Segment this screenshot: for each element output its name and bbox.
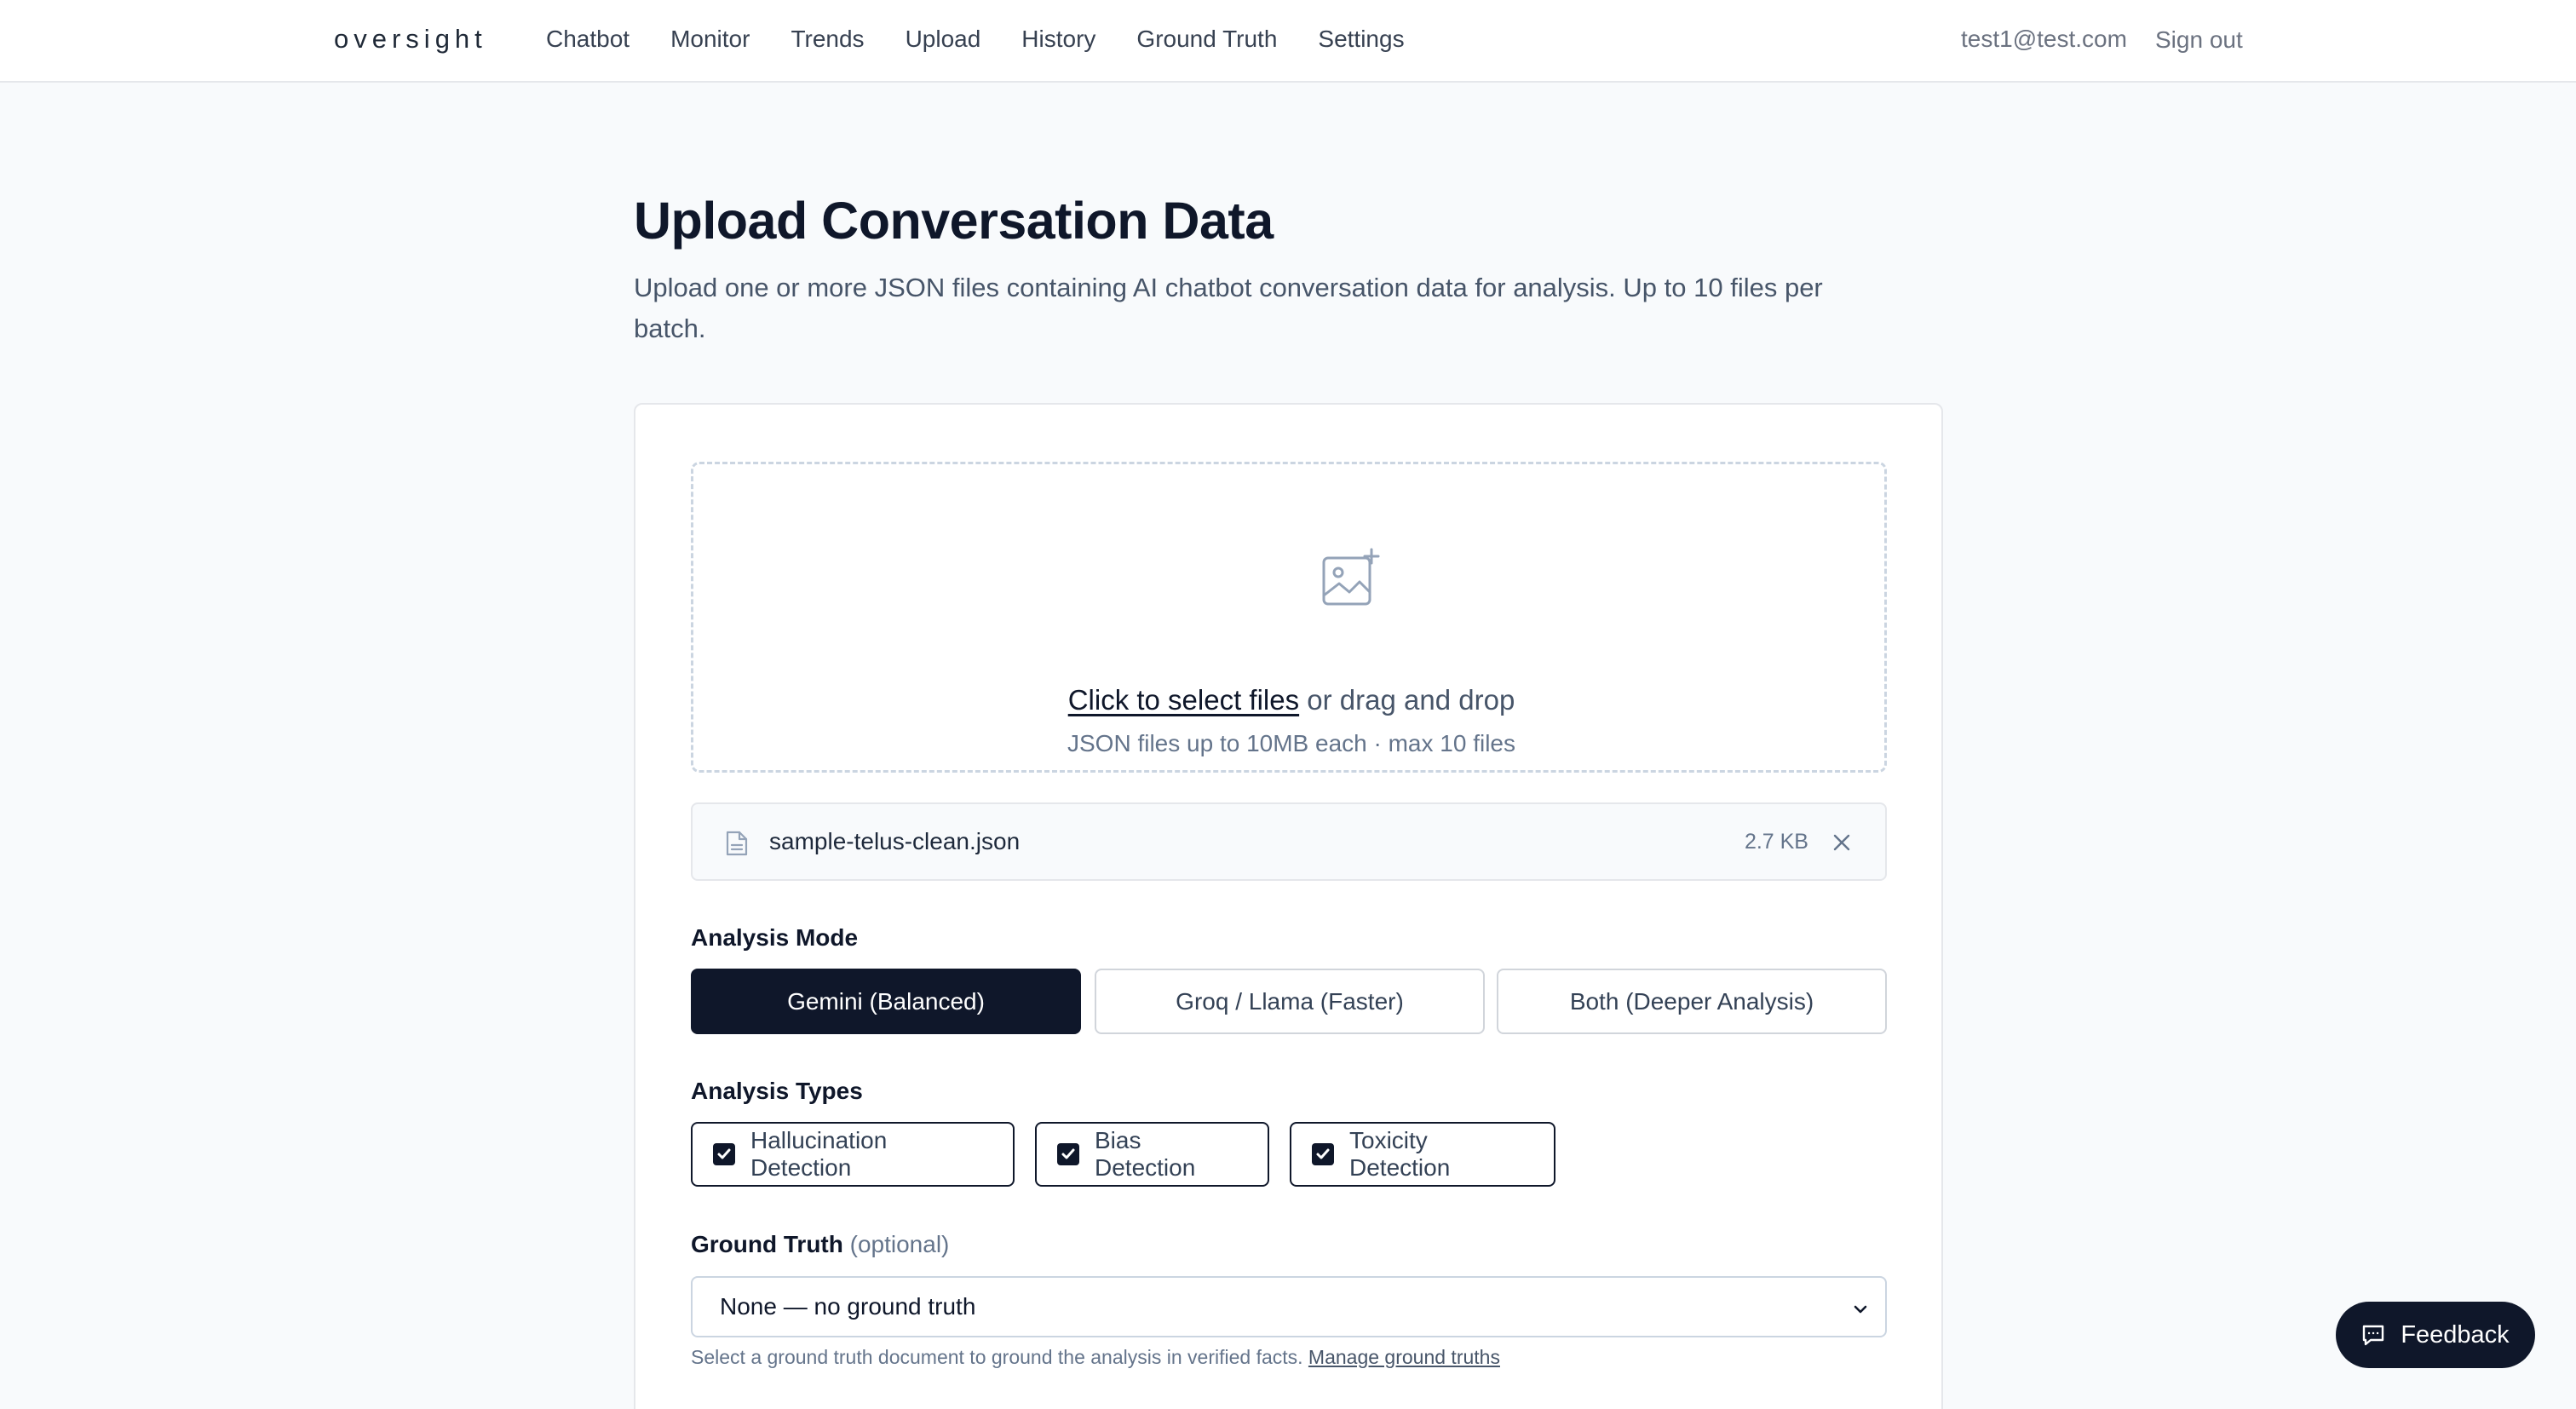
bias-detection-label: Bias Detection [1095, 1127, 1196, 1181]
mode-gemini-button[interactable]: Gemini (Balanced) [691, 969, 1081, 1034]
file-list-item: sample-telus-clean.json 2.7 KB [691, 802, 1887, 881]
ground-truth-select[interactable]: None — no ground truth [691, 1276, 1887, 1337]
toxicity-detection-toggle[interactable]: Toxicity Detection [1290, 1122, 1555, 1187]
toxicity-detection-label: Toxicity Detection [1349, 1127, 1451, 1181]
app-logo[interactable]: oversight [334, 24, 487, 55]
top-nav-bar: oversight Chatbot Monitor Trends Upload … [0, 0, 2576, 83]
ground-truth-help-text: Select a ground truth document to ground… [691, 1346, 1308, 1368]
chat-icon [2363, 1325, 2384, 1346]
checkbox-checked-icon [713, 1143, 735, 1165]
mode-groq-button[interactable]: Groq / Llama (Faster) [1095, 969, 1485, 1034]
nav-item-upload[interactable]: Upload [906, 26, 981, 53]
analysis-types-label: Analysis Types [691, 1078, 863, 1104]
dropzone-hint: JSON files up to 10MB each · max 10 file… [1067, 730, 1515, 756]
ground-truth-help: Select a ground truth document to ground… [691, 1346, 1500, 1369]
checkbox-checked-icon [1312, 1143, 1334, 1165]
feedback-button[interactable]: Feedback [2336, 1302, 2535, 1368]
dropzone-instruction: Click to select files or drag and drop [693, 684, 1889, 716]
hallucination-detection-label: Hallucination Detection [750, 1127, 888, 1181]
file-name: sample-telus-clean.json [769, 828, 1021, 854]
nav-item-settings[interactable]: Settings [1318, 26, 1404, 53]
checkbox-checked-icon [1057, 1143, 1079, 1165]
main-nav: Chatbot Monitor Trends Upload History Gr… [546, 26, 1446, 53]
ground-truth-label: Ground Truth (optional) [691, 1231, 949, 1258]
dropzone-drag-text: or drag and drop [1299, 684, 1515, 716]
file-icon [726, 831, 748, 856]
page-subtitle: Upload one or more JSON files containing… [634, 273, 1823, 343]
nav-item-trends[interactable]: Trends [791, 26, 864, 53]
mode-both-button[interactable]: Both (Deeper Analysis) [1497, 969, 1887, 1034]
user-email: test1@test.com [1961, 26, 2127, 52]
file-size: 2.7 KB [1744, 830, 1808, 854]
select-files-link[interactable]: Click to select files [1068, 684, 1299, 716]
ground-truth-selected-value: None — no ground truth [720, 1293, 976, 1320]
file-dropzone[interactable]: Click to select files or drag and drop J… [691, 462, 1887, 773]
page-title: Upload Conversation Data [634, 192, 1274, 250]
bias-detection-toggle[interactable]: Bias Detection [1035, 1122, 1269, 1187]
chevron-down-icon [1854, 1305, 1867, 1314]
hallucination-detection-toggle[interactable]: Hallucination Detection [691, 1122, 1015, 1187]
manage-ground-truths-link[interactable]: Manage ground truths [1308, 1346, 1500, 1368]
nav-item-history[interactable]: History [1021, 26, 1095, 53]
upload-card: Click to select files or drag and drop J… [634, 403, 1943, 1409]
nav-item-ground-truth[interactable]: Ground Truth [1136, 26, 1277, 53]
nav-item-monitor[interactable]: Monitor [670, 26, 750, 53]
ground-truth-label-text: Ground Truth [691, 1231, 843, 1257]
analysis-mode-label: Analysis Mode [691, 924, 859, 951]
nav-item-chatbot[interactable]: Chatbot [546, 26, 630, 53]
optional-tag: (optional) [849, 1231, 950, 1257]
sign-out-link[interactable]: Sign out [2155, 26, 2243, 54]
image-plus-icon [1322, 548, 1380, 606]
close-icon[interactable] [1829, 830, 1854, 855]
feedback-label: Feedback [2401, 1320, 2510, 1349]
